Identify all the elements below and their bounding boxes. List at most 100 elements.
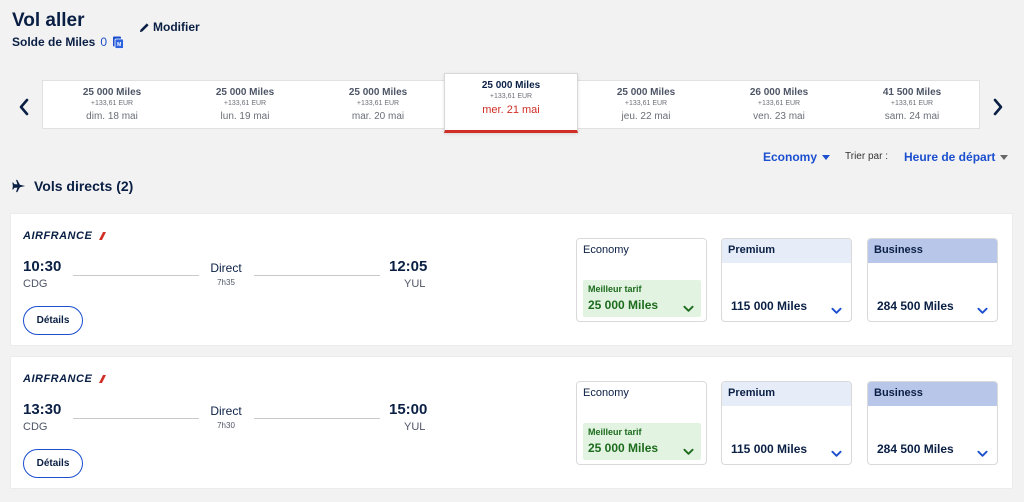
cabin-dropdown[interactable]: Economy (763, 150, 831, 164)
flight-duration: 7h35 (217, 278, 235, 287)
date-option-miles: 25 000 Miles (481, 80, 541, 91)
date-option-miles: 25 000 Miles (215, 87, 275, 98)
best-fare-box: Meilleur tarif 25 000 Miles (583, 280, 701, 317)
caret-down-icon (822, 154, 831, 160)
airline-name: AIRFRANCE (23, 373, 93, 385)
route-line (73, 418, 199, 419)
chevron-down-icon (683, 443, 694, 461)
prev-dates-button[interactable] (14, 94, 34, 120)
miles-balance-label: Solde de Miles (12, 35, 96, 49)
sort-dropdown-value: Heure de départ (904, 150, 996, 164)
fare-miles: 25 000 Miles (588, 441, 659, 455)
date-option[interactable]: 25 000 Miles +133,61 EUR lun. 19 mai (178, 81, 312, 130)
date-option-miles: 25 000 Miles (616, 87, 676, 98)
arrival-time: 15:00 (389, 401, 428, 418)
pencil-icon (139, 22, 149, 32)
date-option-date: ven. 23 mai (753, 111, 805, 122)
arrival-airport: YUL (404, 421, 426, 433)
chevron-down-icon (683, 300, 694, 318)
date-option-date: jeu. 22 mai (621, 111, 671, 122)
departure-time: 13:30 (23, 401, 62, 418)
section-title-text: Vols directs (2) (34, 178, 134, 194)
chevron-right-icon (993, 98, 1003, 116)
fare-cabin-label: Business (868, 239, 997, 263)
chevron-down-icon (977, 302, 988, 320)
date-option[interactable]: 41 500 Miles +133,61 EUR sam. 24 mai (845, 81, 979, 130)
date-option-fees: +133,61 EUR (757, 100, 801, 107)
airplane-icon (12, 179, 26, 193)
date-option-date: dim. 18 mai (86, 111, 138, 122)
miles-card-icon: M (113, 36, 124, 49)
departure-airport: CDG (23, 421, 48, 433)
miles-balance: Solde de Miles 0 M (12, 35, 124, 49)
date-option[interactable]: 25 000 Miles +133,61 EUR mer. 21 mai (444, 73, 578, 133)
svg-text:M: M (117, 42, 121, 48)
date-option-date: sam. 24 mai (884, 111, 940, 122)
fare-economy[interactable]: Economy Meilleur tarif 25 000 Miles (576, 238, 707, 322)
details-button[interactable]: Détails (23, 449, 83, 478)
details-button[interactable]: Détails (23, 306, 83, 335)
fare-cabin-label: Economy (577, 382, 706, 406)
date-option-miles: 25 000 Miles (82, 87, 142, 98)
page-title: Vol aller (12, 10, 85, 31)
fare-economy[interactable]: Economy Meilleur tarif 25 000 Miles (576, 381, 707, 465)
modify-button[interactable]: Modifier (139, 20, 200, 34)
date-option-fees: +133,61 EUR (624, 100, 668, 107)
sort-label: Trier par : (845, 151, 888, 162)
airline-name: AIRFRANCE (23, 230, 93, 242)
date-carousel: 25 000 Miles +133,61 EUR dim. 18 mai 25 000… (42, 73, 980, 133)
fare-cabin-label: Business (868, 382, 997, 406)
date-option-fees: +133,61 EUR (489, 93, 533, 100)
date-option-miles: 26 000 Miles (749, 87, 809, 98)
best-fare-badge: Meilleur tarif (588, 284, 642, 294)
stops-label: Direct (210, 261, 242, 275)
flight-card: AIRFRANCE 10:30 CDG Direct 7h35 12:05 YUL Détai… (10, 213, 1013, 346)
departure-time: 10:30 (23, 258, 62, 275)
caret-down-icon (1000, 154, 1009, 160)
airline-logo: AIRFRANCE (23, 373, 107, 385)
airline-logo: AIRFRANCE (23, 230, 107, 242)
fare-miles: 115 000 Miles (731, 299, 808, 313)
chevron-down-icon (831, 445, 842, 463)
next-dates-button[interactable] (988, 94, 1008, 120)
route-line (254, 275, 380, 276)
best-fare-box: Meilleur tarif 25 000 Miles (583, 423, 701, 460)
route-line (73, 275, 199, 276)
date-option[interactable]: 25 000 Miles +133,61 EUR mar. 20 mai (311, 81, 445, 130)
section-title: Vols directs (2) (12, 178, 133, 194)
departure-airport: CDG (23, 278, 48, 290)
fare-premium[interactable]: Premium 115 000 Miles (721, 238, 852, 322)
fare-cabin-label: Economy (577, 239, 706, 263)
fare-business[interactable]: Business 284 500 Miles (867, 238, 998, 322)
flight-duration: 7h30 (217, 421, 235, 430)
chevron-down-icon (977, 445, 988, 463)
date-option-miles: 25 000 Miles (348, 87, 408, 98)
fare-miles: 25 000 Miles (588, 298, 659, 312)
airfrance-stripe-icon (99, 232, 107, 240)
chevron-left-icon (19, 98, 29, 116)
cabin-dropdown-value: Economy (763, 150, 818, 164)
date-option[interactable]: 25 000 Miles +133,61 EUR dim. 18 mai (45, 81, 179, 130)
arrival-airport: YUL (404, 278, 426, 290)
best-fare-badge: Meilleur tarif (588, 427, 642, 437)
chevron-down-icon (831, 302, 842, 320)
date-option-fees: +133,61 EUR (90, 100, 134, 107)
date-option-date: lun. 19 mai (220, 111, 270, 122)
modify-label: Modifier (153, 20, 200, 34)
date-option-date: mar. 20 mai (351, 111, 405, 122)
fare-cabin-label: Premium (722, 239, 851, 263)
fare-miles: 284 500 Miles (877, 299, 954, 313)
fare-miles: 284 500 Miles (877, 442, 954, 456)
sort-dropdown[interactable]: Heure de départ (904, 150, 1009, 164)
fare-miles: 115 000 Miles (731, 442, 808, 456)
arrival-time: 12:05 (389, 258, 428, 275)
airfrance-stripe-icon (99, 375, 107, 383)
date-option[interactable]: 26 000 Miles +133,61 EUR ven. 23 mai (712, 81, 846, 130)
fare-business[interactable]: Business 284 500 Miles (867, 381, 998, 465)
date-option-fees: +133,61 EUR (223, 100, 267, 107)
miles-balance-value: 0 (100, 35, 108, 49)
route-line (254, 418, 380, 419)
date-option[interactable]: 25 000 Miles +133,61 EUR jeu. 22 mai (579, 81, 713, 130)
fare-premium[interactable]: Premium 115 000 Miles (721, 381, 852, 465)
date-option-miles: 41 500 Miles (882, 87, 942, 98)
